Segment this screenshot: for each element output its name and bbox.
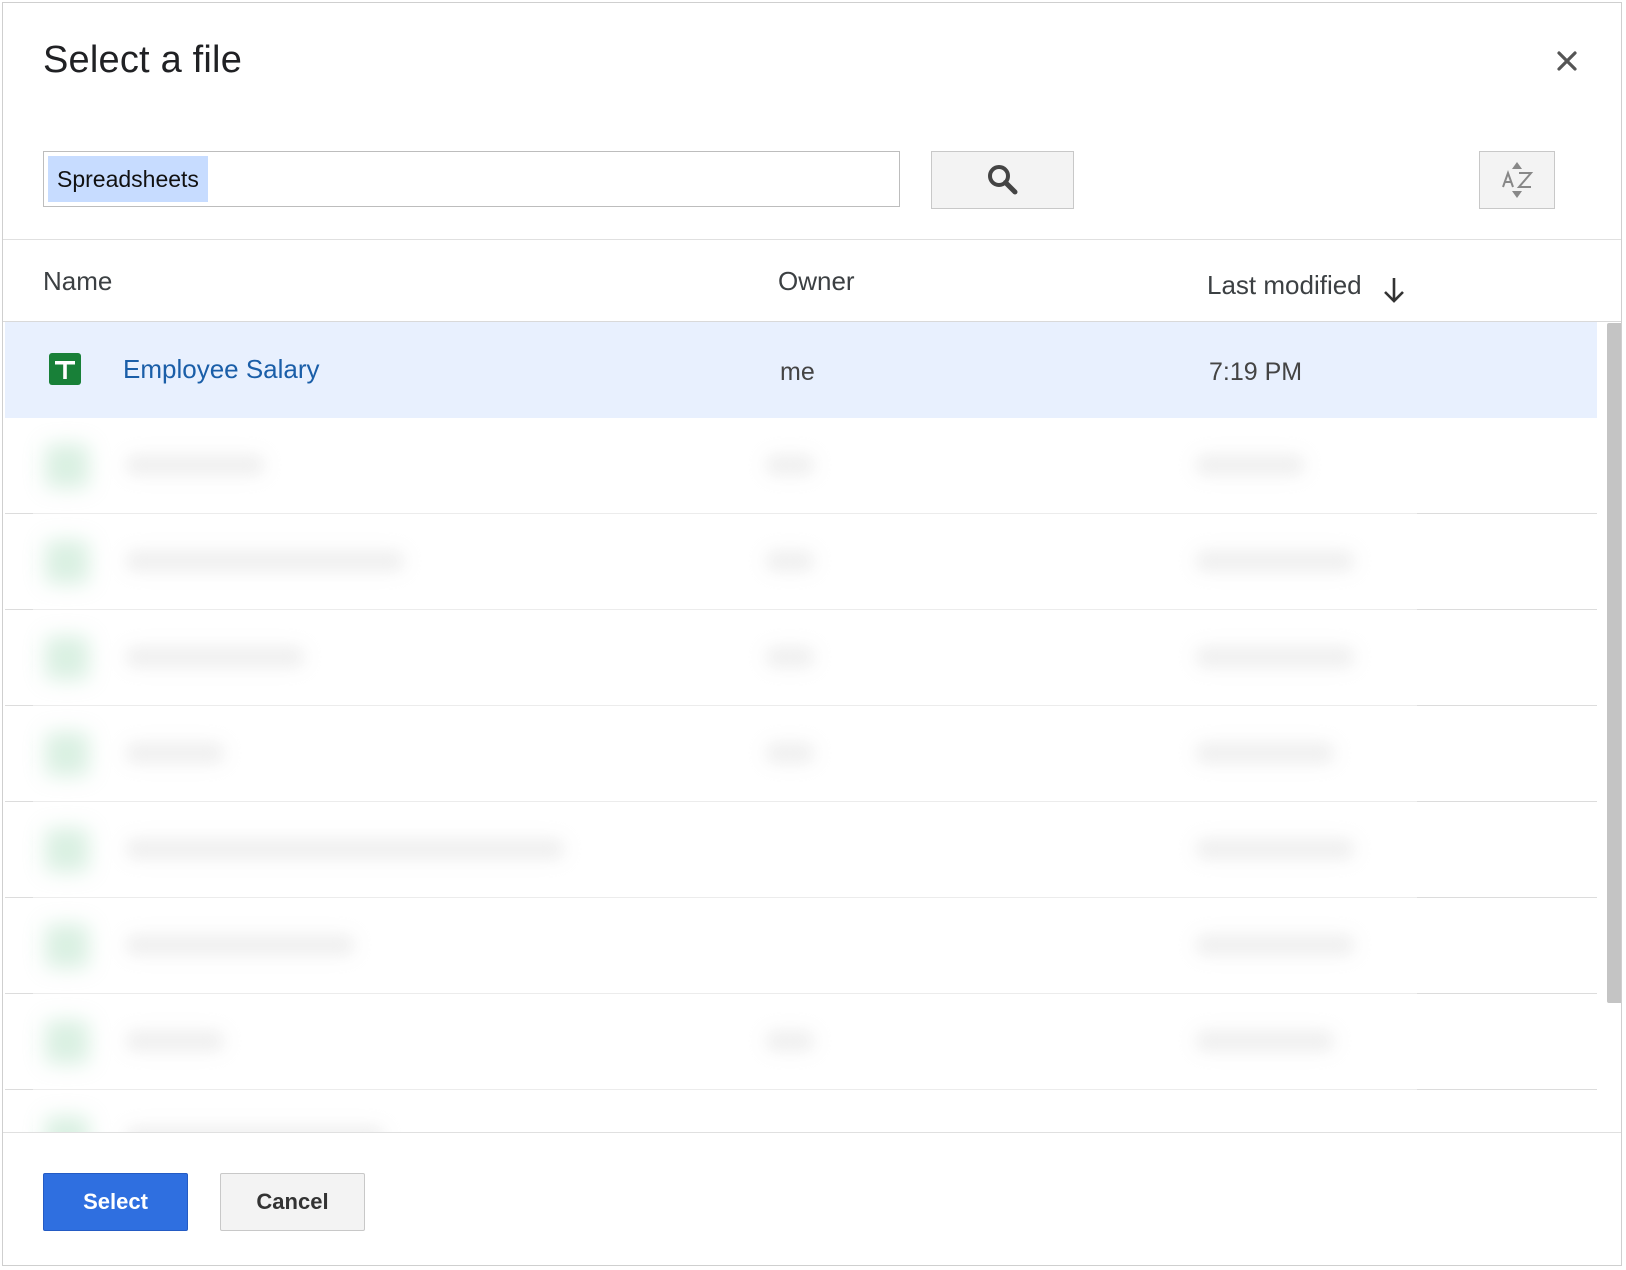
file-list: Employee Salary me 7:19 PM — [3, 322, 1621, 1132]
footer-divider — [3, 1132, 1621, 1133]
search-button[interactable] — [931, 151, 1074, 209]
search-icon — [987, 165, 1017, 195]
cancel-button[interactable]: Cancel — [220, 1173, 365, 1231]
list-scrollbar[interactable] — [1607, 323, 1621, 1003]
redaction-overlay — [33, 423, 1417, 1132]
select-button[interactable]: Select — [43, 1173, 188, 1231]
dialog-title: Select a file — [43, 39, 243, 81]
column-header-name[interactable]: Name — [43, 266, 112, 297]
column-header-owner[interactable]: Owner — [778, 266, 855, 297]
column-header-last-modified[interactable]: Last modified — [1207, 266, 1406, 304]
file-row-selected[interactable]: Employee Salary me 7:19 PM — [5, 322, 1597, 418]
file-picker-dialog: Select a file Spreadsheets Name Owner La… — [2, 2, 1622, 1266]
column-header-row: Name Owner Last modified — [3, 240, 1621, 322]
search-input[interactable]: Spreadsheets — [43, 151, 900, 207]
close-button[interactable] — [1549, 43, 1585, 79]
search-query-text: Spreadsheets — [48, 156, 208, 202]
google-sheets-icon — [49, 353, 81, 385]
sort-az-button[interactable] — [1479, 151, 1555, 209]
arrow-down-icon — [1383, 278, 1404, 303]
file-name[interactable]: Employee Salary — [123, 354, 320, 385]
file-owner: me — [780, 358, 815, 386]
file-last-modified: 7:19 PM — [1209, 358, 1303, 386]
close-icon — [1557, 51, 1577, 71]
column-header-last-modified-label: Last modified — [1207, 269, 1362, 300]
sort-az-icon — [1502, 162, 1534, 198]
